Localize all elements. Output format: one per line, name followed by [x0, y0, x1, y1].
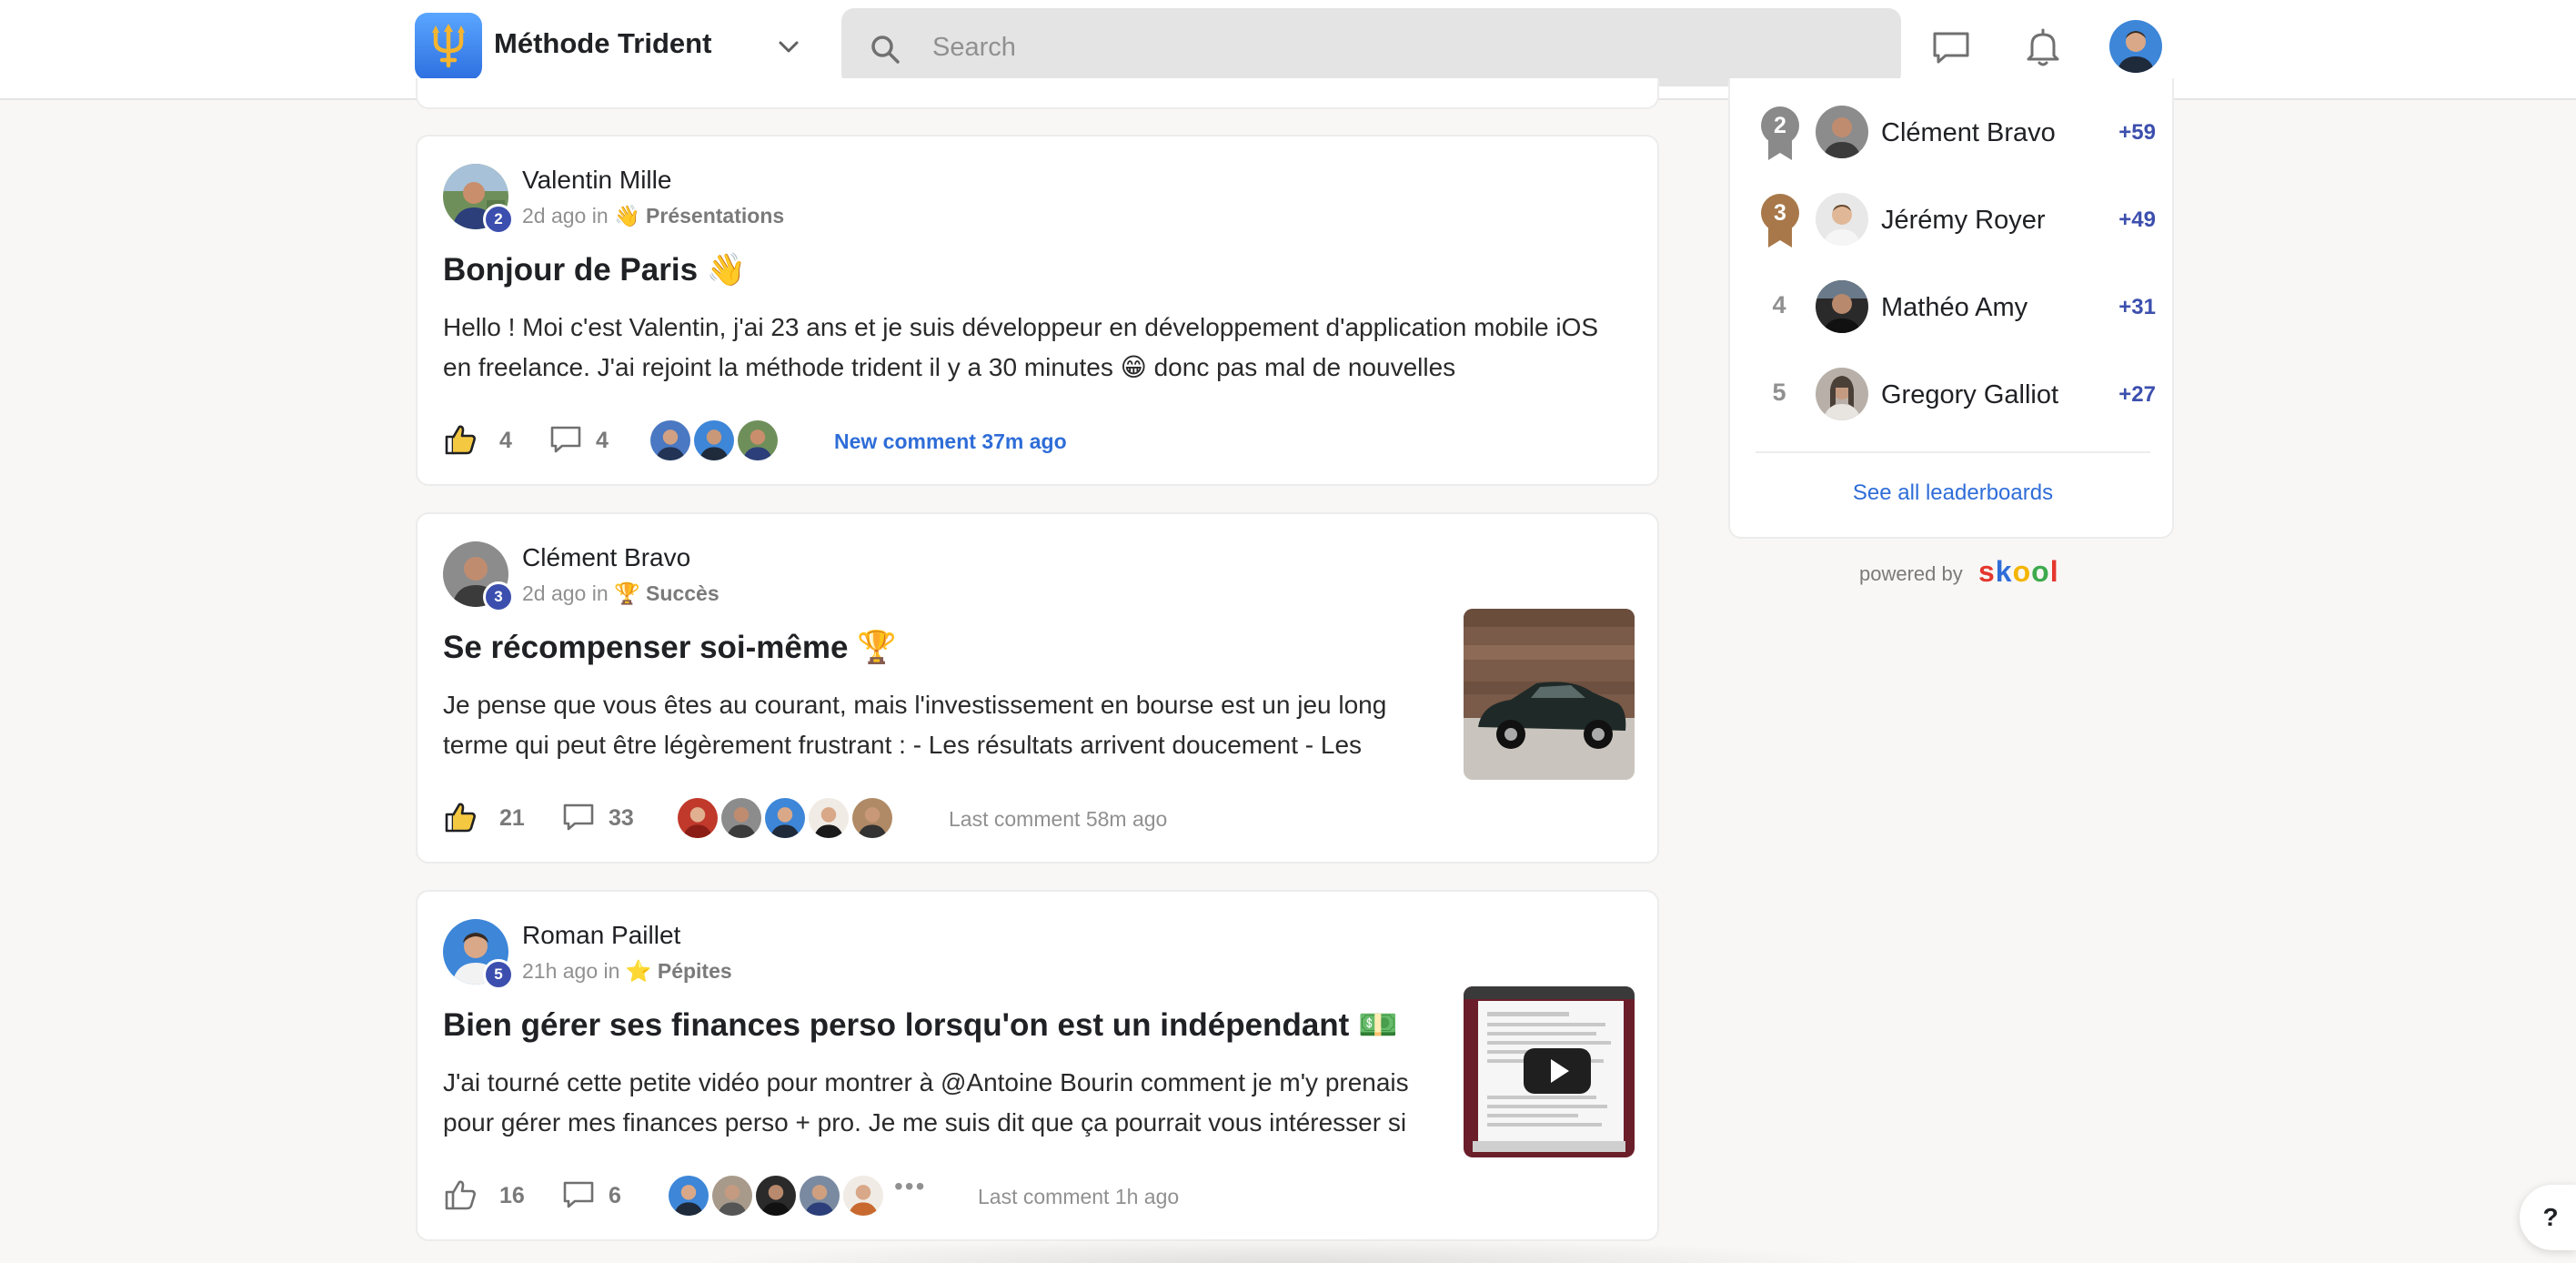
- skool-logo[interactable]: skool: [1978, 555, 2059, 589]
- post-body[interactable]: Hello ! Moi c'est Valentin, j'ai 23 ans …: [443, 308, 1625, 388]
- leaderboard-name[interactable]: Gregory Galliot: [1881, 380, 2058, 410]
- post-author[interactable]: Clément Bravo: [522, 543, 690, 572]
- bottom-fade: [691, 1238, 1874, 1263]
- comment-icon[interactable]: [548, 422, 583, 457]
- post-thumbnail-video[interactable]: [1464, 986, 1635, 1157]
- search-bar[interactable]: [841, 8, 1901, 86]
- leaderboard-avatar[interactable]: [1816, 193, 1868, 246]
- author-avatar[interactable]: 2: [443, 164, 514, 235]
- commenter-avatar[interactable]: [667, 1174, 710, 1218]
- post-card[interactable]: 2 Valentin Mille 2d ago in 👋 Présentatio…: [416, 135, 1659, 486]
- post-time: 2d ago in: [522, 204, 609, 227]
- like-count: 4: [499, 428, 512, 453]
- leaderboard-avatar[interactable]: [1816, 280, 1868, 333]
- post-actions: 16 6 ••• Last comment 1h ago: [443, 1172, 1444, 1218]
- post-author[interactable]: Valentin Mille: [522, 166, 671, 195]
- leaderboard-points: +31: [2118, 295, 2156, 319]
- post-meta: 2d ago in 🏆 Succès: [522, 581, 719, 606]
- like-count: 16: [499, 1183, 525, 1208]
- commenter-avatar[interactable]: [754, 1174, 798, 1218]
- post-body[interactable]: J'ai tourné cette petite vidéo pour mont…: [443, 1063, 1425, 1143]
- see-all-leaderboards-link[interactable]: See all leaderboards: [1730, 480, 2176, 506]
- post-actions: 21 33 Last comment 58m ago: [443, 794, 1444, 840]
- commenter-avatar[interactable]: [807, 796, 850, 840]
- leaderboard-rank: 3: [1774, 200, 1786, 226]
- comment-status[interactable]: Last comment 1h ago: [978, 1185, 1179, 1209]
- author-avatar[interactable]: 5: [443, 919, 514, 990]
- level-badge: 2: [483, 204, 514, 235]
- leaderboard-name[interactable]: Jérémy Royer: [1881, 206, 2046, 236]
- search-icon: [871, 35, 900, 64]
- commenter-avatar[interactable]: [710, 1174, 754, 1218]
- chat-icon[interactable]: [1929, 25, 1973, 69]
- powered-by-label: powered by: [1859, 562, 1963, 585]
- like-icon[interactable]: [443, 800, 478, 834]
- like-icon[interactable]: [443, 422, 478, 457]
- level-badge: 5: [483, 959, 514, 990]
- leaderboard-avatar[interactable]: [1816, 106, 1868, 158]
- commenter-avatar[interactable]: [719, 796, 763, 840]
- chevron-down-icon[interactable]: [773, 31, 804, 62]
- post-title[interactable]: Se récompenser soi-même 🏆: [443, 629, 897, 666]
- help-button[interactable]: ?: [2520, 1185, 2576, 1250]
- post-card[interactable]: 5 Roman Paillet 21h ago in ⭐ Pépites Bie…: [416, 890, 1659, 1241]
- post-category[interactable]: ⭐ Pépites: [626, 959, 732, 983]
- post-time: 21h ago in: [522, 959, 620, 983]
- post-card[interactable]: 3 Clément Bravo 2d ago in 🏆 Succès Se ré…: [416, 512, 1659, 864]
- leaderboard-avatar[interactable]: [1816, 368, 1868, 420]
- post-title[interactable]: Bonjour de Paris 👋: [443, 251, 746, 288]
- group-name[interactable]: Méthode Trident: [494, 27, 711, 60]
- post-time: 2d ago in: [522, 581, 609, 605]
- commenter-avatar[interactable]: [649, 419, 692, 462]
- more-commenters-icon[interactable]: •••: [894, 1172, 926, 1201]
- leaderboard-rank: 4: [1772, 291, 1786, 318]
- commenter-avatar[interactable]: [676, 796, 719, 840]
- post-category[interactable]: 👋 Présentations: [614, 204, 784, 227]
- comment-count: 4: [596, 428, 609, 453]
- post-meta: 21h ago in ⭐ Pépites: [522, 959, 732, 984]
- comment-status[interactable]: New comment 37m ago: [834, 429, 1067, 454]
- leaderboard-points: +49: [2118, 207, 2156, 232]
- post-meta: 2d ago in 👋 Présentations: [522, 204, 784, 228]
- like-count: 21: [499, 805, 525, 831]
- commenter-avatar[interactable]: [763, 796, 807, 840]
- post-category[interactable]: 🏆 Succès: [614, 581, 719, 605]
- leaderboard-rank: 5: [1772, 379, 1786, 406]
- commenter-avatar[interactable]: [736, 419, 780, 462]
- comment-status[interactable]: Last comment 58m ago: [949, 807, 1167, 832]
- group-logo[interactable]: [415, 13, 482, 80]
- commenter-avatar[interactable]: [850, 796, 894, 840]
- leaderboard-row[interactable]: 4 Mathéo Amy +31: [1756, 275, 2156, 338]
- comment-icon[interactable]: [561, 1177, 596, 1212]
- user-avatar[interactable]: [2109, 20, 2162, 73]
- leaderboard-name[interactable]: Mathéo Amy: [1881, 293, 2028, 323]
- author-avatar[interactable]: 3: [443, 541, 514, 612]
- leaderboard-row[interactable]: 5 Gregory Galliot +27: [1756, 362, 2156, 426]
- leaderboard-name[interactable]: Clément Bravo: [1881, 118, 2056, 148]
- previous-post-card: [416, 78, 1659, 109]
- like-icon[interactable]: [443, 1177, 478, 1212]
- trident-icon: [432, 24, 465, 68]
- level-badge: 3: [483, 581, 514, 612]
- comment-count: 33: [609, 805, 634, 831]
- leaderboard-points: +27: [2118, 382, 2156, 407]
- bell-icon[interactable]: [2021, 25, 2065, 69]
- post-thumbnail-car[interactable]: [1464, 609, 1635, 780]
- commenter-avatar[interactable]: [692, 419, 736, 462]
- leaderboard-row[interactable]: 3 Jérémy Royer +49: [1756, 187, 2156, 251]
- search-input[interactable]: [932, 8, 1878, 86]
- post-title[interactable]: Bien gérer ses finances perso lorsqu'on …: [443, 1006, 1398, 1044]
- leaderboard-row[interactable]: 2 Clément Bravo +59: [1756, 100, 2156, 164]
- commenter-avatar[interactable]: [841, 1174, 885, 1218]
- leaderboard-points: +59: [2118, 120, 2156, 145]
- post-actions: 4 4 New comment 37m ago: [443, 417, 1444, 462]
- post-body[interactable]: Je pense que vous êtes au courant, mais …: [443, 685, 1425, 765]
- comment-count: 6: [609, 1183, 621, 1208]
- comment-icon[interactable]: [561, 800, 596, 834]
- post-author[interactable]: Roman Paillet: [522, 921, 680, 950]
- commenter-avatar[interactable]: [798, 1174, 841, 1218]
- leaderboard-card: 2 Clément Bravo +59 3 Jérémy Royer +49 4…: [1728, 78, 2174, 539]
- divider: [1756, 451, 2150, 453]
- leaderboard-rank: 2: [1774, 113, 1786, 138]
